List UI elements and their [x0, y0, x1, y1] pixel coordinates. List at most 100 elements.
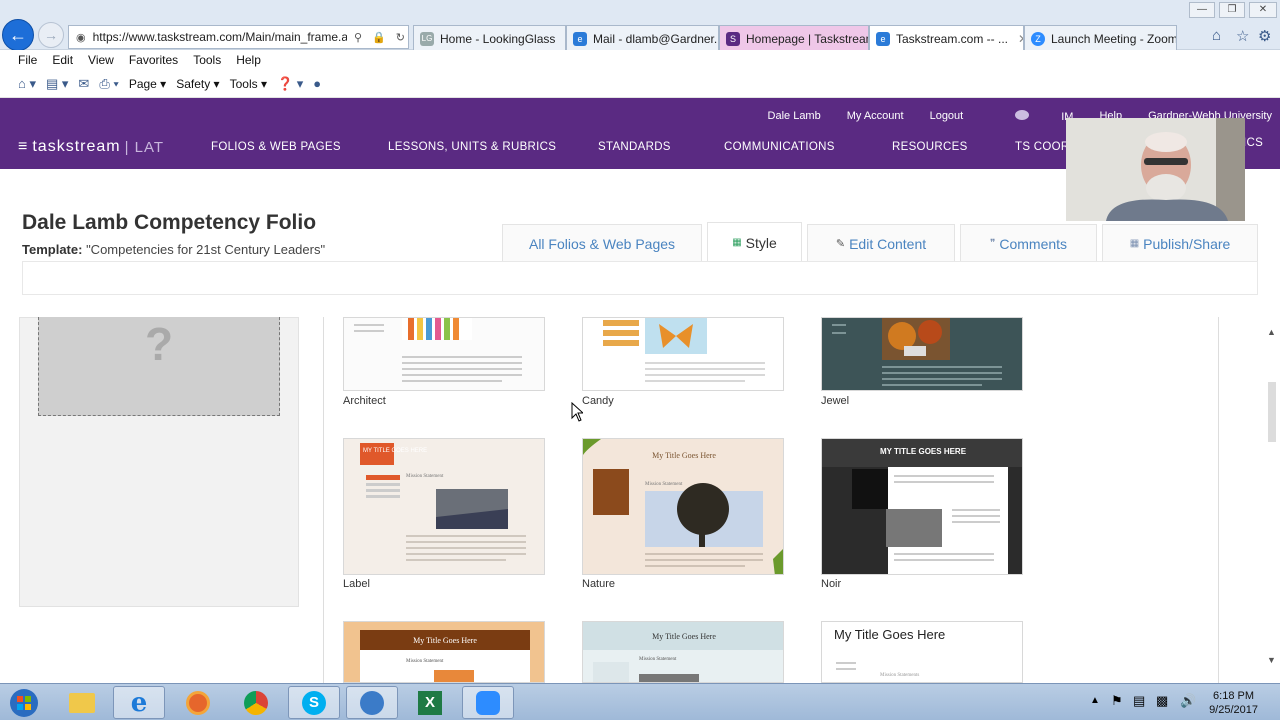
refresh-icon[interactable]: ↻	[393, 31, 408, 44]
network-icon[interactable]: ▩	[1156, 693, 1168, 709]
presenter-image	[1066, 118, 1245, 221]
scroll-up-icon[interactable]: ▲	[1267, 327, 1276, 337]
page-menu[interactable]: Page ▾	[129, 77, 166, 91]
page-title: Dale Lamb Competency Folio	[22, 211, 317, 234]
tab-edit-content[interactable]: ✎ Edit Content	[807, 224, 955, 262]
style-thumb-candy[interactable]	[582, 317, 784, 391]
tab-comments[interactable]: ❞ Comments	[960, 224, 1097, 262]
volume-icon[interactable]: 🔊	[1180, 693, 1196, 709]
print-icon[interactable]: ⎙ ▾	[99, 76, 118, 92]
home-icon[interactable]: ⌂	[1212, 27, 1221, 44]
menu-help[interactable]: Help	[236, 53, 261, 67]
device-icon[interactable]: ▤	[1133, 693, 1145, 709]
nav-standards[interactable]: STANDARDS	[598, 141, 671, 153]
internet-explorer-icon[interactable]: e	[113, 686, 165, 719]
safety-menu[interactable]: Safety ▾	[176, 77, 219, 91]
style-icon: ▦	[732, 237, 742, 248]
style-thumb-clean[interactable]: My Title Goes Here Mission Statements	[821, 621, 1023, 683]
forward-button[interactable]: →	[38, 22, 64, 48]
logo-suffix: | LAT	[124, 138, 165, 156]
style-thumb-nature[interactable]: My Title Goes Here Mission Statement	[582, 438, 784, 575]
home-icon[interactable]: ⌂ ▾	[18, 76, 36, 92]
cool-preview: My Title Goes Here Mission Statement	[583, 622, 783, 682]
feeds-icon[interactable]: ▤ ▾	[46, 76, 68, 92]
scroll-down-icon[interactable]: ▼	[1267, 655, 1276, 665]
logo-text: taskstream	[32, 138, 121, 155]
warm-preview: My Title Goes Here Mission Statement	[344, 622, 544, 682]
tab-publish-share[interactable]: ▦ Publish/Share	[1102, 224, 1258, 262]
user-name-link[interactable]: Dale Lamb	[768, 110, 821, 123]
tab-mail[interactable]: e Mail - dlamb@Gardner...	[566, 25, 719, 51]
help-icon[interactable]: ❓ ▾	[277, 76, 303, 92]
style-thumb-jewel[interactable]	[821, 317, 1023, 391]
back-button[interactable]: ←	[2, 19, 34, 51]
browser-app-icon[interactable]	[346, 686, 398, 719]
flag-icon[interactable]: ⚑	[1111, 693, 1123, 709]
noir-preview: MY TITLE GOES HERE	[822, 439, 1022, 574]
tab-zoom[interactable]: Z Launch Meeting - Zoom	[1024, 25, 1177, 51]
style-label-jewel[interactable]: Jewel	[821, 395, 849, 407]
noir-thumb-title: MY TITLE GOES HERE	[880, 447, 967, 456]
tab-taskstream-active[interactable]: e Taskstream.com -- ... ✕	[869, 25, 1024, 51]
search-icon[interactable]: ⚲	[351, 31, 365, 44]
tab-all-folios[interactable]: All Folios & Web Pages	[502, 224, 702, 262]
style-thumb-cool[interactable]: My Title Goes Here Mission Statement	[582, 621, 784, 683]
style-thumb-label[interactable]: MY TITLE GOES HERE Mission Statement	[343, 438, 545, 575]
page-scrollbar[interactable]: ▲ ▼	[1264, 317, 1280, 683]
style-label-label[interactable]: Label	[343, 578, 370, 590]
system-clock[interactable]: 6:18 PM 9/25/2017	[1209, 689, 1258, 717]
style-label-architect[interactable]: Architect	[343, 395, 386, 407]
favorites-star-icon[interactable]: ☆	[1236, 27, 1249, 45]
style-label-candy[interactable]: Candy	[582, 395, 614, 407]
logout-link[interactable]: Logout	[930, 110, 964, 123]
menu-tools[interactable]: Tools	[193, 53, 221, 67]
taskstream-logo[interactable]: ≡ taskstream | LAT	[18, 138, 164, 156]
style-label-nature[interactable]: Nature	[582, 578, 615, 590]
address-bar[interactable]: ◉ https://www.taskstream.com/Main/main_f…	[68, 25, 409, 49]
windows-logo-icon	[10, 688, 38, 717]
minimize-button[interactable]: —	[1189, 2, 1215, 18]
settings-gear-icon[interactable]: ⚙	[1258, 27, 1271, 45]
preview-placeholder: ?	[38, 317, 280, 416]
read-mail-icon[interactable]: ✉	[78, 76, 89, 92]
close-window-button[interactable]: ✕	[1249, 2, 1277, 18]
im-link[interactable]: IM	[989, 110, 1073, 123]
excel-icon[interactable]: X	[404, 686, 456, 719]
nav-partial[interactable]: ICS	[1243, 137, 1263, 149]
tray-expand-icon[interactable]: ▲	[1090, 695, 1100, 706]
skype-icon[interactable]: S	[288, 686, 340, 719]
menu-view[interactable]: View	[88, 53, 114, 67]
nav-communications[interactable]: COMMUNICATIONS	[724, 141, 835, 153]
research-icon[interactable]: ●	[313, 76, 321, 91]
nav-ts-coord[interactable]: TS COOR	[1015, 141, 1070, 153]
tab-publish-label: Publish/Share	[1143, 235, 1231, 252]
firefox-icon[interactable]	[172, 686, 224, 719]
menu-edit[interactable]: Edit	[52, 53, 73, 67]
zoom-app-icon[interactable]	[462, 686, 514, 719]
chrome-icon[interactable]	[230, 686, 282, 719]
tab-label: Launch Meeting - Zoom	[1051, 31, 1177, 46]
scroll-thumb[interactable]	[1268, 382, 1276, 442]
tab-style[interactable]: ▦ Style	[707, 222, 802, 262]
my-account-link[interactable]: My Account	[847, 110, 904, 123]
style-thumb-warm[interactable]: My Title Goes Here Mission Statement	[343, 621, 545, 683]
tab-label: Taskstream.com -- ...	[896, 31, 1009, 46]
start-button[interactable]	[0, 686, 48, 719]
tab-lookingglass[interactable]: LG Home - LookingGlass	[413, 25, 566, 51]
lookingglass-icon: LG	[420, 31, 434, 46]
publish-icon: ▦	[1129, 238, 1140, 249]
nav-lessons[interactable]: LESSONS, UNITS & RUBRICS	[388, 141, 556, 153]
maximize-button[interactable]: ❐	[1219, 2, 1245, 18]
style-label-noir[interactable]: Noir	[821, 578, 841, 590]
menu-favorites[interactable]: Favorites	[129, 53, 178, 67]
tab-taskstream-home[interactable]: S Homepage | Taskstream	[719, 25, 869, 51]
menu-file[interactable]: File	[18, 53, 37, 67]
style-thumb-noir[interactable]: MY TITLE GOES HERE	[821, 438, 1023, 575]
zoom-video-feed[interactable]	[1066, 118, 1245, 221]
style-thumb-architect[interactable]	[343, 317, 545, 391]
nav-folios[interactable]: FOLIOS & WEB PAGES	[211, 141, 341, 153]
tools-menu[interactable]: Tools ▾	[230, 77, 267, 91]
nature-preview: My Title Goes Here Mission Statement	[583, 439, 783, 574]
file-explorer-icon[interactable]	[56, 686, 108, 719]
nav-resources[interactable]: RESOURCES	[892, 141, 968, 153]
